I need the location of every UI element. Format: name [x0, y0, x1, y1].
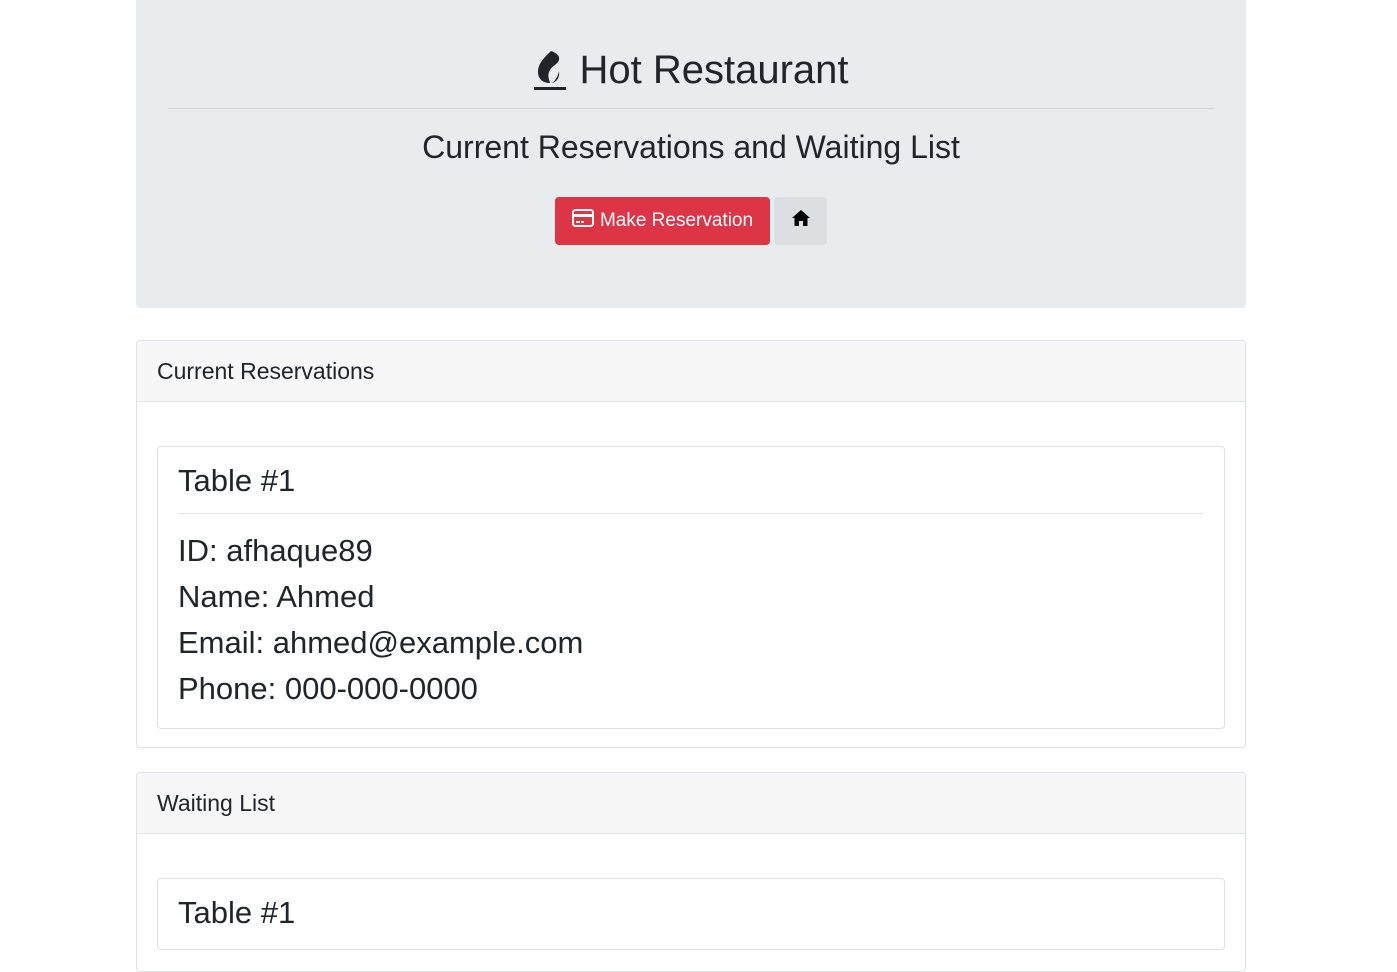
- header-jumbotron: Hot Restaurant Current Reservations and …: [136, 0, 1246, 308]
- current-reservations-card: Current Reservations Table #1 ID: afhaqu…: [136, 340, 1246, 748]
- waiting-list-body: Table #1: [137, 834, 1245, 970]
- reservation-divider: [178, 513, 1204, 514]
- reservation-phone: Phone: 000-000-0000: [178, 671, 478, 706]
- make-reservation-label: Make Reservation: [599, 210, 754, 231]
- waiting-list-item: Table #1: [157, 878, 1225, 950]
- page-container: Hot Restaurant Current Reservations and …: [136, 0, 1246, 972]
- header-button-row: Make Reservation: [136, 197, 1246, 245]
- make-reservation-button[interactable]: Make Reservation: [554, 197, 771, 245]
- current-reservations-body: Table #1 ID: afhaque89 Name: Ahmed Email…: [137, 402, 1245, 747]
- header-divider: [168, 108, 1214, 109]
- reservation-email: Email: ahmed@example.com: [178, 625, 584, 660]
- page-subtitle: Current Reservations and Waiting List: [422, 129, 960, 165]
- site-title-text: Hot Restaurant: [579, 48, 849, 92]
- reservation-table-title: Table #1: [178, 463, 296, 498]
- fire-icon: [533, 49, 567, 91]
- page-title: Hot Restaurant: [136, 46, 1246, 94]
- reservation-item: Table #1 ID: afhaque89 Name: Ahmed Email…: [157, 446, 1225, 729]
- credit-card-icon: [571, 209, 594, 233]
- waiting-table-title: Table #1: [178, 895, 296, 930]
- waiting-list-card: Waiting List Table #1: [136, 772, 1246, 972]
- waiting-list-header: Waiting List: [137, 773, 1245, 834]
- current-reservations-header: Current Reservations: [137, 341, 1245, 402]
- reservation-name: Name: Ahmed: [178, 579, 375, 614]
- reservation-id: ID: afhaque89: [178, 533, 373, 568]
- home-icon: [791, 209, 811, 233]
- home-button[interactable]: [774, 197, 828, 245]
